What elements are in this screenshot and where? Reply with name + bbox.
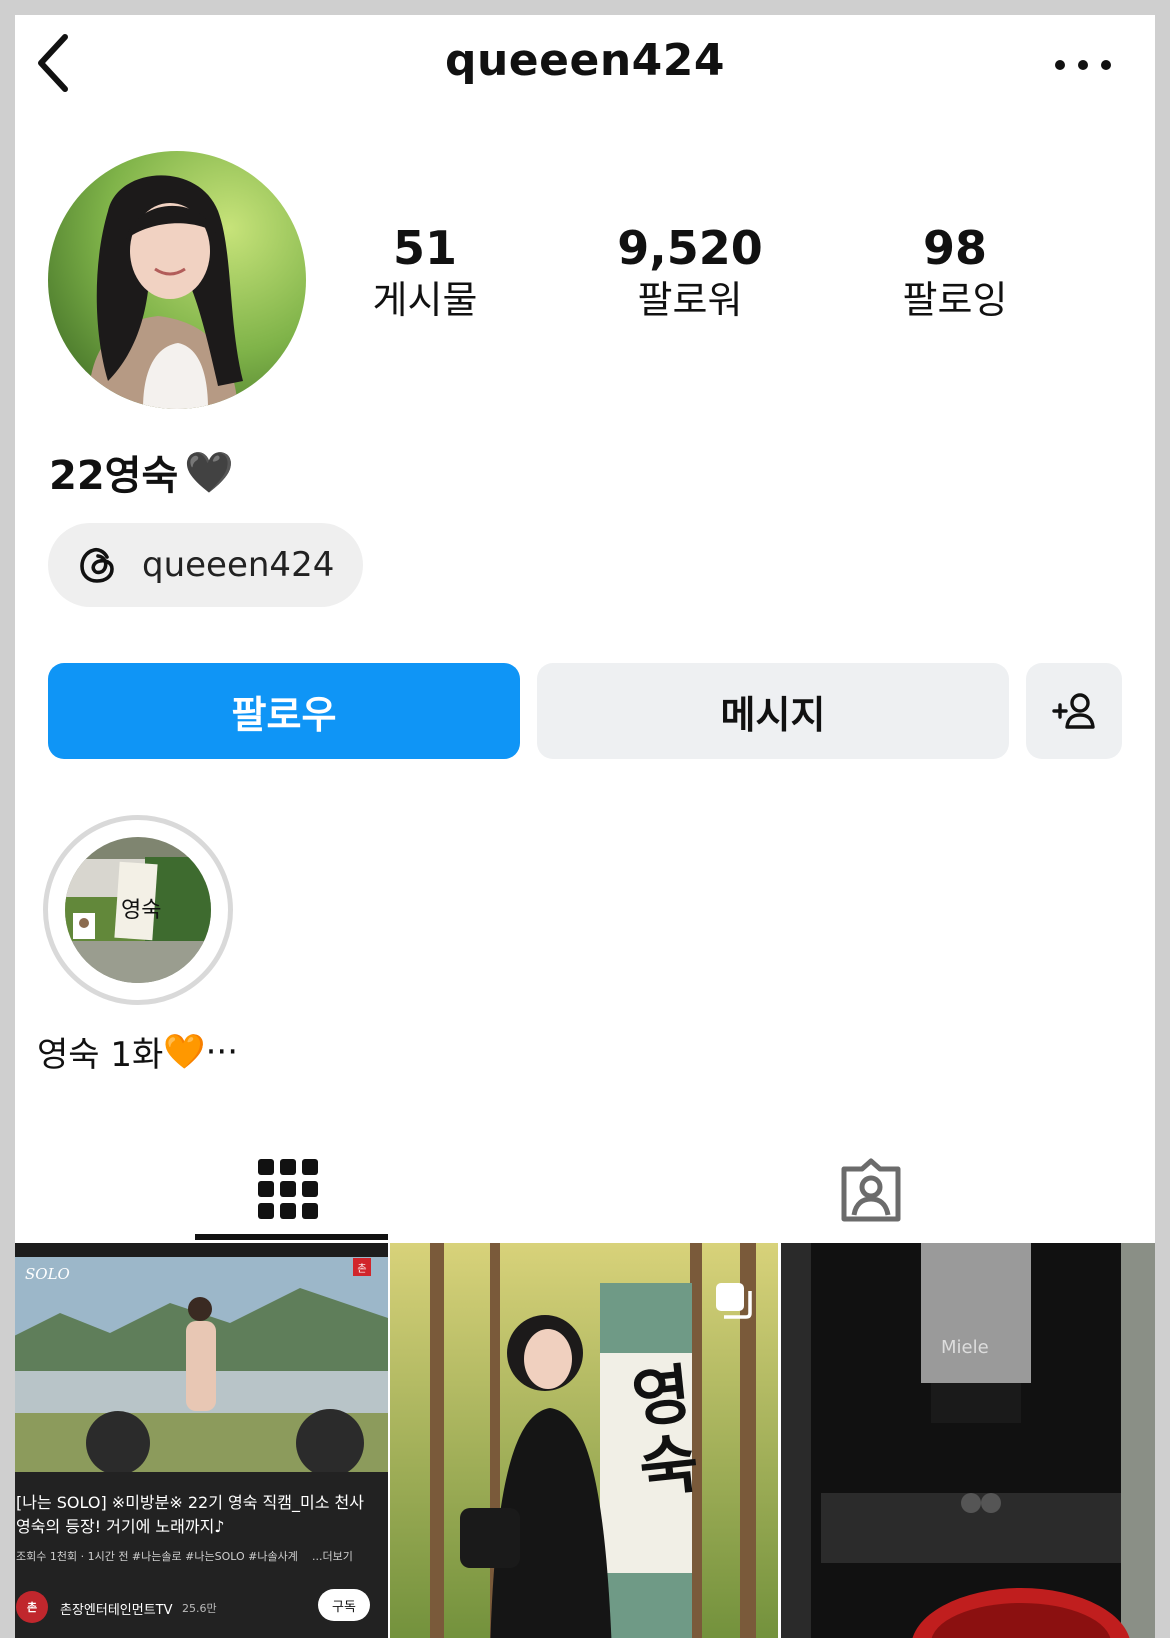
channel-logo: 촌 [16,1591,48,1623]
post-thumbnail[interactable]: Miele [781,1243,1155,1638]
highlight-ellipsis: ··· [205,1031,239,1072]
suggest-users-button[interactable] [1026,663,1122,759]
posts-label: 게시물 [372,278,478,322]
posts-count-stat[interactable]: 51 게시물 [315,225,535,319]
highlight-signboard-text: 영숙 [121,898,161,923]
highlight-thumbnail: 영숙 [65,837,211,983]
orange-heart-emoji: 🧡 [163,1031,206,1072]
show-logo: SOLO [25,1265,70,1283]
tagged-person-icon [841,1158,901,1222]
posts-count: 51 [392,221,457,275]
following-stat[interactable]: 98 팔로잉 [845,225,1065,319]
add-user-icon [1052,693,1095,729]
tab-posts-grid[interactable] [195,1135,388,1245]
grid-icon [258,1159,318,1219]
video-title: [나는 SOLO] ※미방분※ 22기 영숙 직캠_미소 천사 영숙의 등장! … [16,1493,364,1536]
threads-handle: queeen424 [142,545,335,585]
appliance-brand-text: Miele [941,1337,989,1358]
tab-tagged[interactable] [775,1135,968,1245]
active-tab-indicator [195,1234,388,1240]
channel-name: 촌장엔터테인먼트TV [60,1603,173,1618]
subscriber-count: 25.6만 [182,1602,217,1615]
followers-stat[interactable]: 9,520 팔로워 [580,225,800,319]
channel-badge: 촌 [353,1258,371,1276]
message-button[interactable]: 메시지 [537,663,1009,759]
more-options-icon[interactable] [1055,43,1125,87]
followers-label: 팔로워 [637,278,743,322]
post-thumbnail[interactable]: 영숙 [390,1243,778,1638]
profile-username-title: queeen424 [444,35,725,86]
threads-link[interactable]: queeen424 [48,523,363,607]
subscribe-badge: 구독 [318,1589,370,1621]
highlight-label[interactable]: 영숙 1화 🧡 ··· [37,1027,238,1076]
following-label: 팔로잉 [902,278,1008,322]
profile-avatar[interactable] [48,151,306,409]
story-highlight[interactable]: 영숙 [43,815,233,1005]
carousel-icon [716,1283,752,1319]
followers-count: 9,520 [617,221,763,275]
threads-icon [80,547,114,583]
video-more-link: ...더보기 [312,1550,353,1563]
video-meta: 조회수 1천회 · 1시간 전 #나는솔로 #나는SOLO #나솔사계 [16,1550,298,1563]
post-thumbnail[interactable]: SOLO 촌 [나는 SOLO] ※미방분※ 22기 영숙 직캠_미소 천사 영… [15,1243,388,1638]
highlight-title: 영숙 1화 [37,1035,164,1075]
following-count: 98 [922,221,987,275]
display-name-text: 22영숙 [49,453,179,499]
follow-button[interactable]: 팔로우 [48,663,520,759]
display-name: 22영숙 🖤 [49,443,234,501]
black-heart-emoji: 🖤 [184,449,235,496]
profile-screen: queeen424 51 게시물 9,520 팔로워 98 팔로잉 22영숙 🖤… [15,15,1155,1638]
